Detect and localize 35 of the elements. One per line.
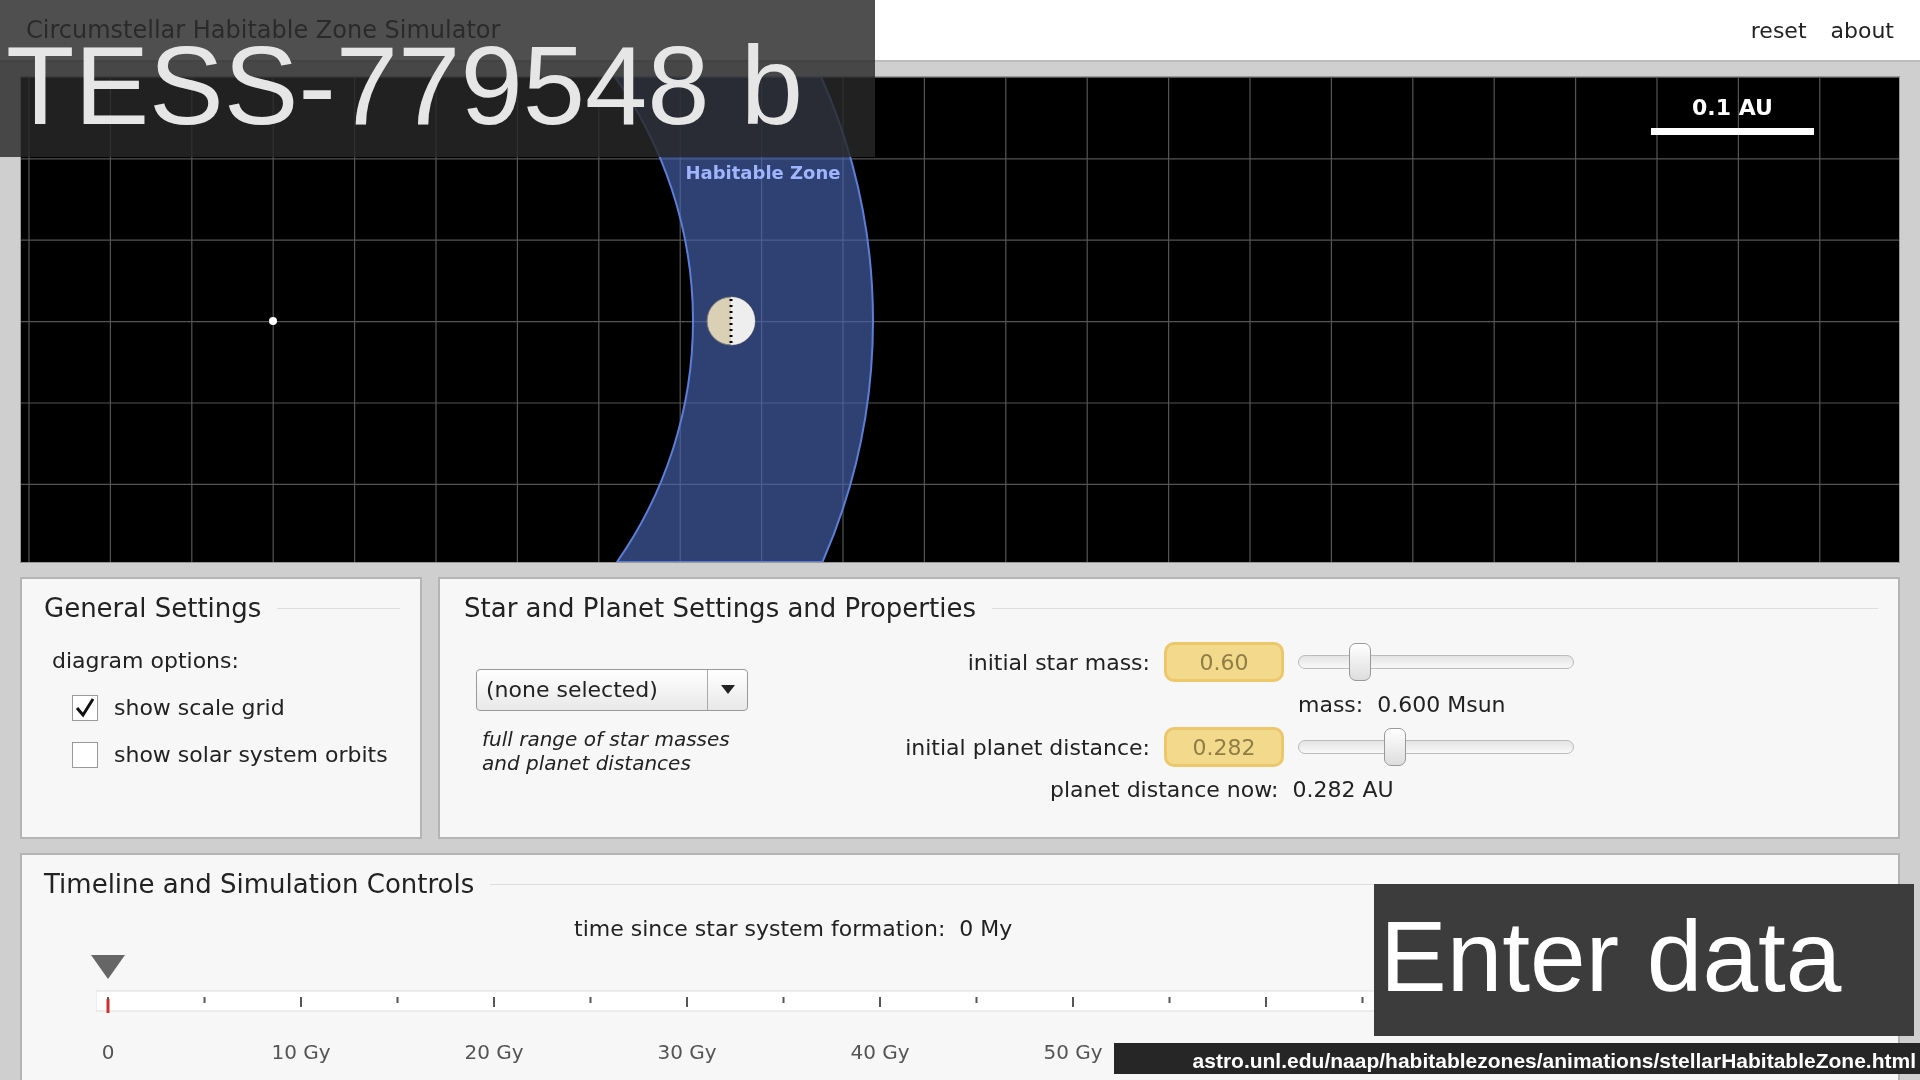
time-marker[interactable]	[88, 955, 128, 1015]
field-label: initial planet distance:	[904, 733, 1150, 762]
checkbox[interactable]	[72, 694, 98, 721]
checkbox-label: show scale grid	[114, 694, 285, 722]
url-overlay: astro.unl.edu/naap/habitablezones/animations/stellarHabitableZone.html	[1114, 1043, 1920, 1074]
preset-dropdown[interactable]: (none selected)	[476, 668, 748, 711]
checkbox-label: show solar system orbits	[114, 741, 388, 769]
slider-thumb[interactable]	[1384, 728, 1407, 766]
tick-label: 30 Gy	[657, 1039, 717, 1066]
panel-title: General Settings	[44, 592, 262, 625]
header-link[interactable]: about	[1830, 13, 1894, 47]
tick-label: 0	[101, 1039, 115, 1066]
zone-label: Habitable Zone	[685, 162, 841, 183]
header-link[interactable]: reset	[1750, 13, 1807, 47]
caret-icon	[720, 685, 735, 694]
preset-note: full range of star masses and planet distances	[481, 727, 731, 777]
tick-label: 20 Gy	[464, 1039, 524, 1066]
checkbox[interactable]	[72, 741, 98, 768]
scale-label: 0.1 AU	[1691, 94, 1774, 122]
time-readout: time since star system formation: 0 My	[574, 915, 1014, 943]
panel-title: Timeline and Simulation Controls	[44, 868, 475, 901]
readout: mass: 0.600 Msun	[1298, 691, 1507, 719]
panel-title: Star and Planet Settings and Properties	[464, 592, 976, 625]
readout: planet distance now: 0.282 AU	[1050, 776, 1395, 804]
tick-label: 40 Gy	[850, 1039, 910, 1066]
slider[interactable]	[1298, 728, 1574, 766]
tick-label: 10 Gy	[271, 1039, 331, 1066]
options-label: diagram options:	[52, 647, 240, 675]
field-label: initial star mass:	[966, 648, 1150, 677]
planet-icon	[706, 296, 756, 346]
tick-label: 50 Gy	[1043, 1039, 1103, 1066]
slider-thumb[interactable]	[1348, 643, 1371, 681]
caption-overlay: Enter data	[1374, 884, 1914, 1036]
slider[interactable]	[1298, 643, 1574, 681]
star-dot	[269, 317, 277, 325]
